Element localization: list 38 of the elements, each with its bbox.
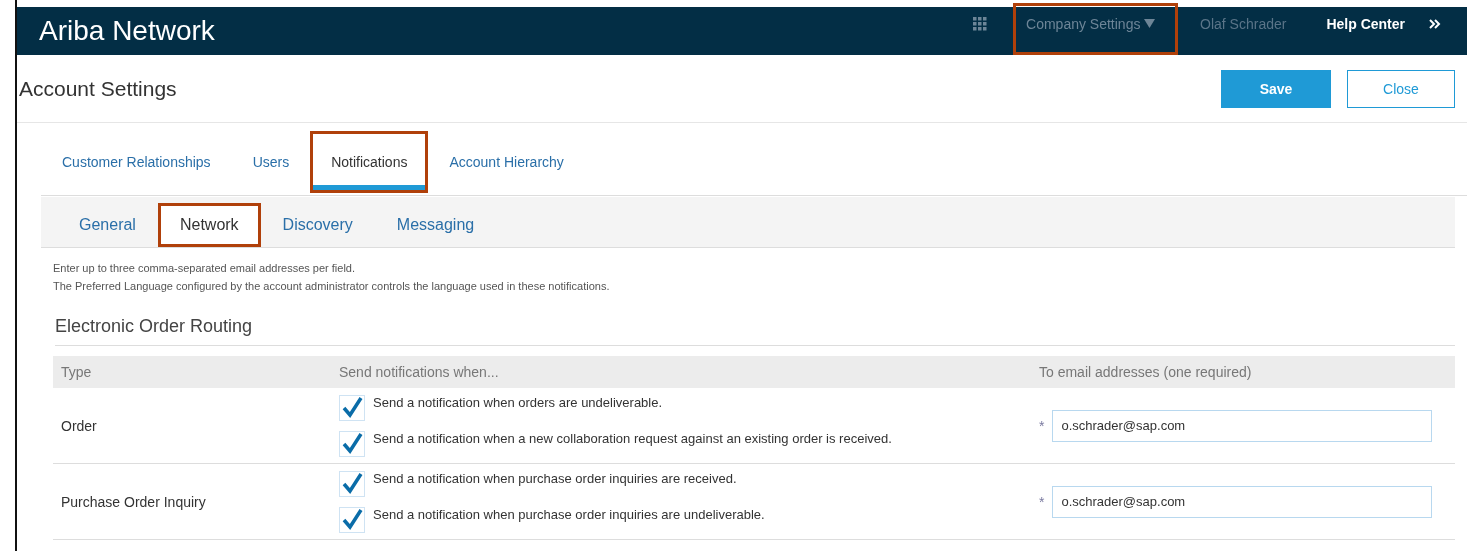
app-grid-icon[interactable] [973, 17, 988, 31]
email-field[interactable]: o.schrader@sap.com [1052, 409, 1433, 442]
tab[interactable]: Customer Relationships [41, 131, 232, 193]
email-field[interactable]: o.schrader@sap.com [1052, 485, 1433, 518]
tab[interactable]: Users [231, 131, 311, 193]
subtab[interactable]: Messaging [374, 203, 497, 247]
column-header: To email addresses (one required) [1039, 364, 1253, 380]
tab[interactable]: Notifications [310, 131, 429, 193]
close-button[interactable]: Close [1347, 69, 1455, 108]
option-label: Send a notification when a new collaboration request against an existing order is received. [373, 430, 892, 446]
column-header: Send notifications when... [339, 364, 500, 380]
caret-icon [1144, 19, 1156, 28]
subtab[interactable]: Discovery [260, 203, 375, 247]
subtab[interactable]: General [57, 203, 158, 247]
checked-checkbox[interactable] [339, 394, 365, 421]
required-mark: * [1039, 493, 1045, 510]
checked-checkbox[interactable] [339, 430, 365, 457]
type-cell-text: Purchase Order Inquiry [60, 493, 207, 510]
save-button[interactable]: Save [1221, 69, 1331, 108]
company-settings-menu[interactable]: Company Settings [1013, 3, 1179, 55]
help-center-link[interactable]: Help Center [1326, 16, 1405, 32]
page-title: Account Settings [19, 76, 177, 101]
section-title: Electronic Order Routing [55, 316, 1455, 346]
tab[interactable]: Account Hierarchy [428, 131, 585, 193]
user-name[interactable]: Olaf Schrader [1200, 16, 1287, 32]
subtab[interactable]: Network [157, 203, 261, 247]
checked-checkbox[interactable] [339, 470, 365, 497]
required-mark: * [1039, 417, 1045, 434]
option-label: Send a notification when purchase order inquiries are received. [373, 470, 737, 486]
option-label: Send a notification when orders are undeliverable. [373, 394, 663, 410]
info-text: Enter up to three comma-separated email addresses per field. [53, 262, 357, 274]
option-label: Send a notification when purchase order inquiries are undeliverable. [373, 506, 765, 522]
brand-title: Ariba Network [39, 15, 215, 47]
checked-checkbox[interactable] [339, 506, 365, 533]
double-chevron-icon[interactable] [1429, 18, 1441, 30]
column-header: Type [60, 364, 93, 380]
info-text: The Preferred Language configured by the account administrator controls the language used in these notifications. [53, 280, 611, 292]
type-cell-text: Order [60, 417, 98, 434]
